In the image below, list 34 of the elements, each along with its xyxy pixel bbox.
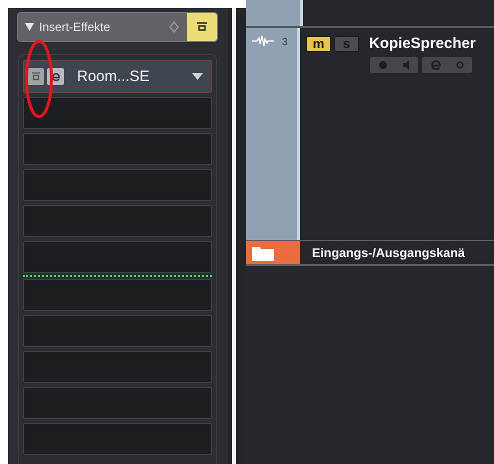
bypass-button[interactable] [27,68,44,85]
track-number: 3 [282,37,288,48]
empty-insert-slot[interactable] [23,279,212,311]
rack-icon [30,72,40,81]
edit-icon [50,72,60,82]
plugin-name: Room...SE [77,68,151,85]
mute-button[interactable]: m [306,36,331,52]
track-name: KopieSprecher [369,35,476,52]
edit-icon[interactable] [430,59,442,71]
panel-header[interactable]: Insert-Effekte [17,12,218,42]
panel-toggle-button[interactable] [187,13,217,41]
folder-icon [252,244,274,260]
circle-icon[interactable] [456,61,464,69]
diamond-icon[interactable] [169,21,179,33]
collapse-triangle-icon[interactable] [25,23,34,31]
panel-title: Insert-Effekte [38,20,112,34]
empty-insert-slot[interactable] [23,241,212,273]
insert-slot[interactable]: Room...SE [23,60,212,93]
empty-insert-slot[interactable] [23,205,212,237]
track-list-column [246,0,303,26]
empty-insert-slot[interactable] [23,315,212,347]
empty-insert-slot[interactable] [23,133,212,165]
empty-insert-slot[interactable] [23,423,212,455]
speaker-icon[interactable] [402,60,410,70]
rack-icon [196,22,208,32]
empty-insert-slot[interactable] [23,351,212,383]
empty-insert-slot[interactable] [23,387,212,419]
empty-insert-slot[interactable] [23,97,212,129]
empty-insert-slot[interactable] [23,169,212,201]
folder-track-header[interactable] [246,241,300,264]
dropdown-icon[interactable] [192,73,203,80]
waveform-icon [252,35,274,47]
folder-track-name: Eingangs-/Ausgangskanä [312,246,465,260]
record-icon[interactable] [378,60,388,70]
